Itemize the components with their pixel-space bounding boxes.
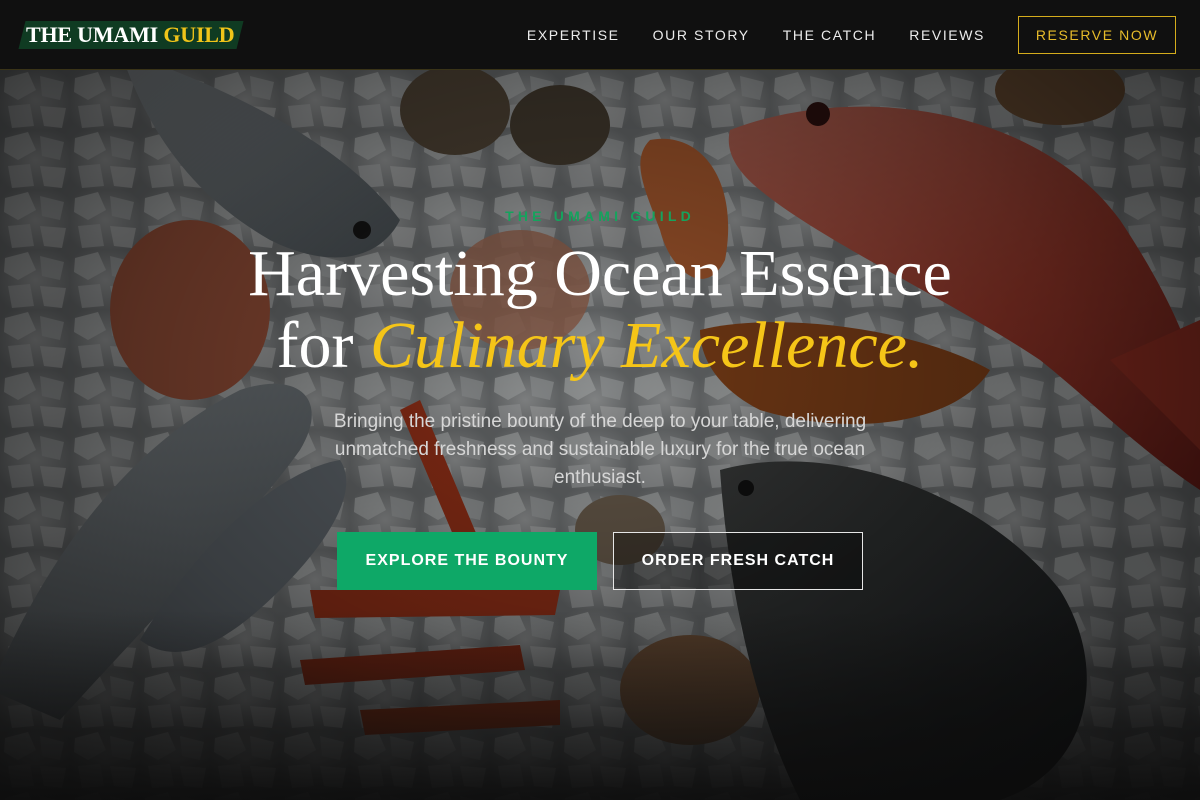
nav-link-our-story[interactable]: OUR STORY [653,27,750,43]
order-fresh-catch-button[interactable]: ORDER FRESH CATCH [613,532,863,590]
brand-logo[interactable]: THE UMAMI GUILD [18,18,244,52]
hero-eyebrow: THE UMAMI GUILD [505,208,695,224]
nav-link-reviews[interactable]: REVIEWS [909,27,985,43]
site-header: THE UMAMI GUILD EXPERTISE OUR STORY THE … [0,0,1200,70]
hero-subtext: Bringing the pristine bounty of the deep… [333,411,867,488]
headline-line-2-plain: for [276,309,354,382]
main-nav: EXPERTISE OUR STORY THE CATCH REVIEWS RE… [527,15,1176,54]
logo-text-primary: THE UMAMI [26,21,159,47]
headline-line-1: Harvesting Ocean Essence [248,237,952,310]
hero-cta-row: EXPLORE THE BOUNTY ORDER FRESH CATCH [337,532,863,590]
nav-link-the-catch[interactable]: THE CATCH [783,27,876,43]
hero-section: THE UMAMI GUILD Harvesting Ocean Essence… [0,70,1200,800]
hero-headline: Harvesting Ocean Essence for Culinary Ex… [248,238,952,382]
logo-text: THE UMAMI GUILD [26,21,235,48]
reserve-now-button[interactable]: RESERVE NOW [1018,15,1176,54]
logo-text-accent: GUILD [163,21,235,47]
hero-content: THE UMAMI GUILD Harvesting Ocean Essence… [0,70,1200,800]
nav-link-expertise[interactable]: EXPERTISE [527,27,620,43]
explore-the-bounty-button[interactable]: EXPLORE THE BOUNTY [337,532,597,590]
headline-line-2-accent: Culinary Excellence. [370,309,924,382]
